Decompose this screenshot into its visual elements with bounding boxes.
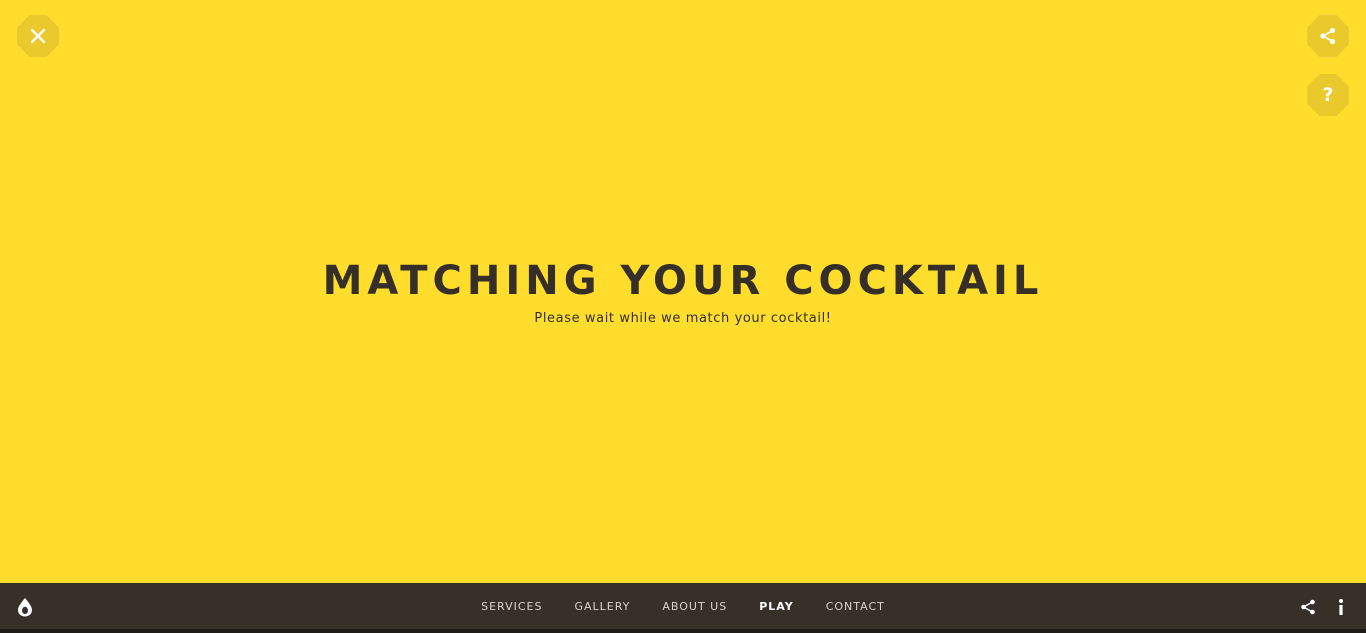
page-title: MATCHING YOUR COCKTAIL bbox=[322, 258, 1044, 304]
help-button[interactable]: ? bbox=[1307, 74, 1349, 116]
share-icon[interactable] bbox=[1300, 599, 1316, 615]
close-button[interactable] bbox=[17, 15, 59, 57]
status-message: MATCHING YOUR COCKTAIL Please wait while… bbox=[0, 255, 1366, 326]
nav-item-gallery[interactable]: GALLERY bbox=[574, 600, 630, 613]
question-mark-icon: ? bbox=[1322, 83, 1334, 106]
nav-item-play[interactable]: PLAY bbox=[759, 600, 794, 613]
close-icon bbox=[30, 28, 46, 44]
footer-bar: SERVICES GALLERY ABOUT US PLAY CONTACT bbox=[0, 583, 1366, 629]
nav-item-contact[interactable]: CONTACT bbox=[826, 600, 885, 613]
nav-item-services[interactable]: SERVICES bbox=[481, 600, 542, 613]
nav-item-about-us[interactable]: ABOUT US bbox=[662, 600, 727, 613]
info-icon[interactable] bbox=[1334, 598, 1348, 616]
matching-overlay: ? MATCHING YOUR COCKTAIL Please wait whi… bbox=[0, 0, 1366, 583]
drop-logo-icon[interactable] bbox=[16, 597, 34, 617]
share-icon bbox=[1320, 27, 1336, 45]
page-subtitle: Please wait while we match your cocktail… bbox=[534, 311, 832, 326]
footer-nav: SERVICES GALLERY ABOUT US PLAY CONTACT bbox=[0, 583, 1366, 629]
share-button[interactable] bbox=[1307, 15, 1349, 57]
footer-bottom-strip bbox=[0, 629, 1366, 633]
